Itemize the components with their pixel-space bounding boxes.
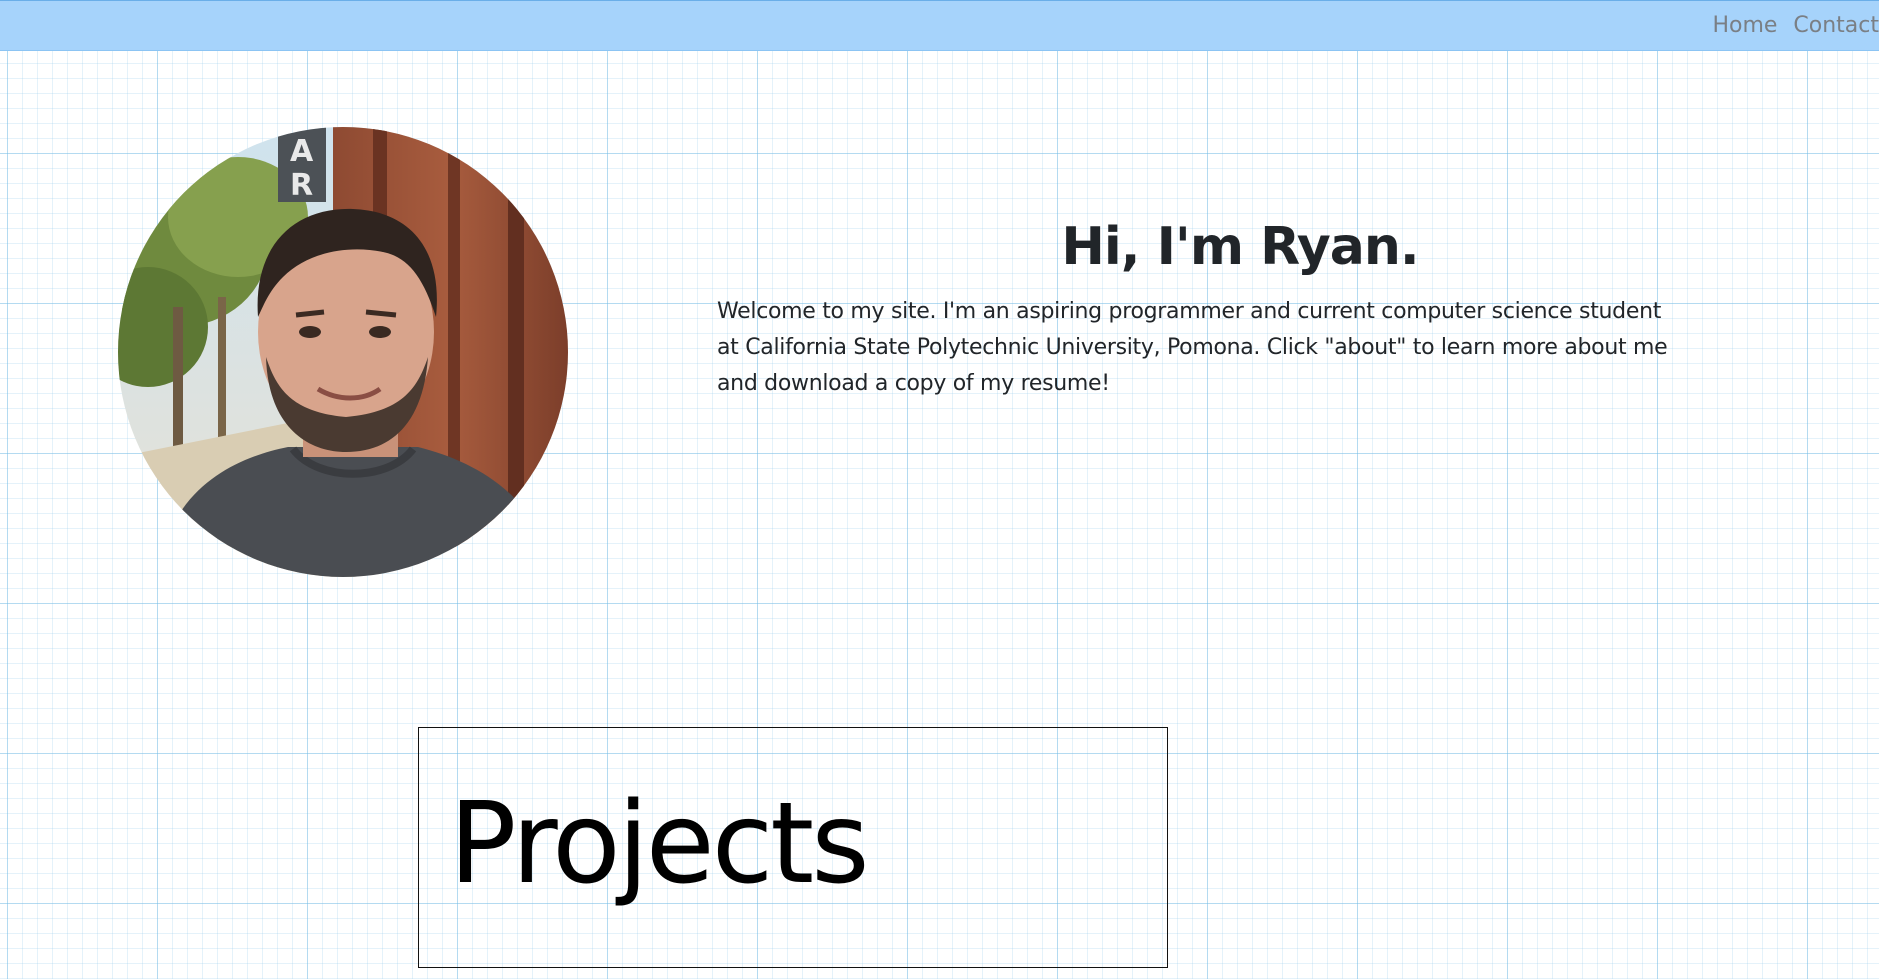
profile-photo: A R	[118, 127, 568, 577]
top-navbar: Home Contact	[0, 0, 1879, 51]
hero-title: Hi, I'm Ryan.	[1061, 217, 1419, 277]
projects-section: Projects	[418, 727, 1168, 968]
nav-contact-link[interactable]: Contact	[1793, 14, 1879, 37]
hero-intro-text: Welcome to my site. I'm an aspiring prog…	[717, 299, 1668, 396]
svg-text:A: A	[290, 134, 314, 169]
projects-heading: Projects	[449, 779, 870, 909]
svg-text:R: R	[290, 168, 313, 203]
nav-home-link[interactable]: Home	[1712, 14, 1777, 37]
